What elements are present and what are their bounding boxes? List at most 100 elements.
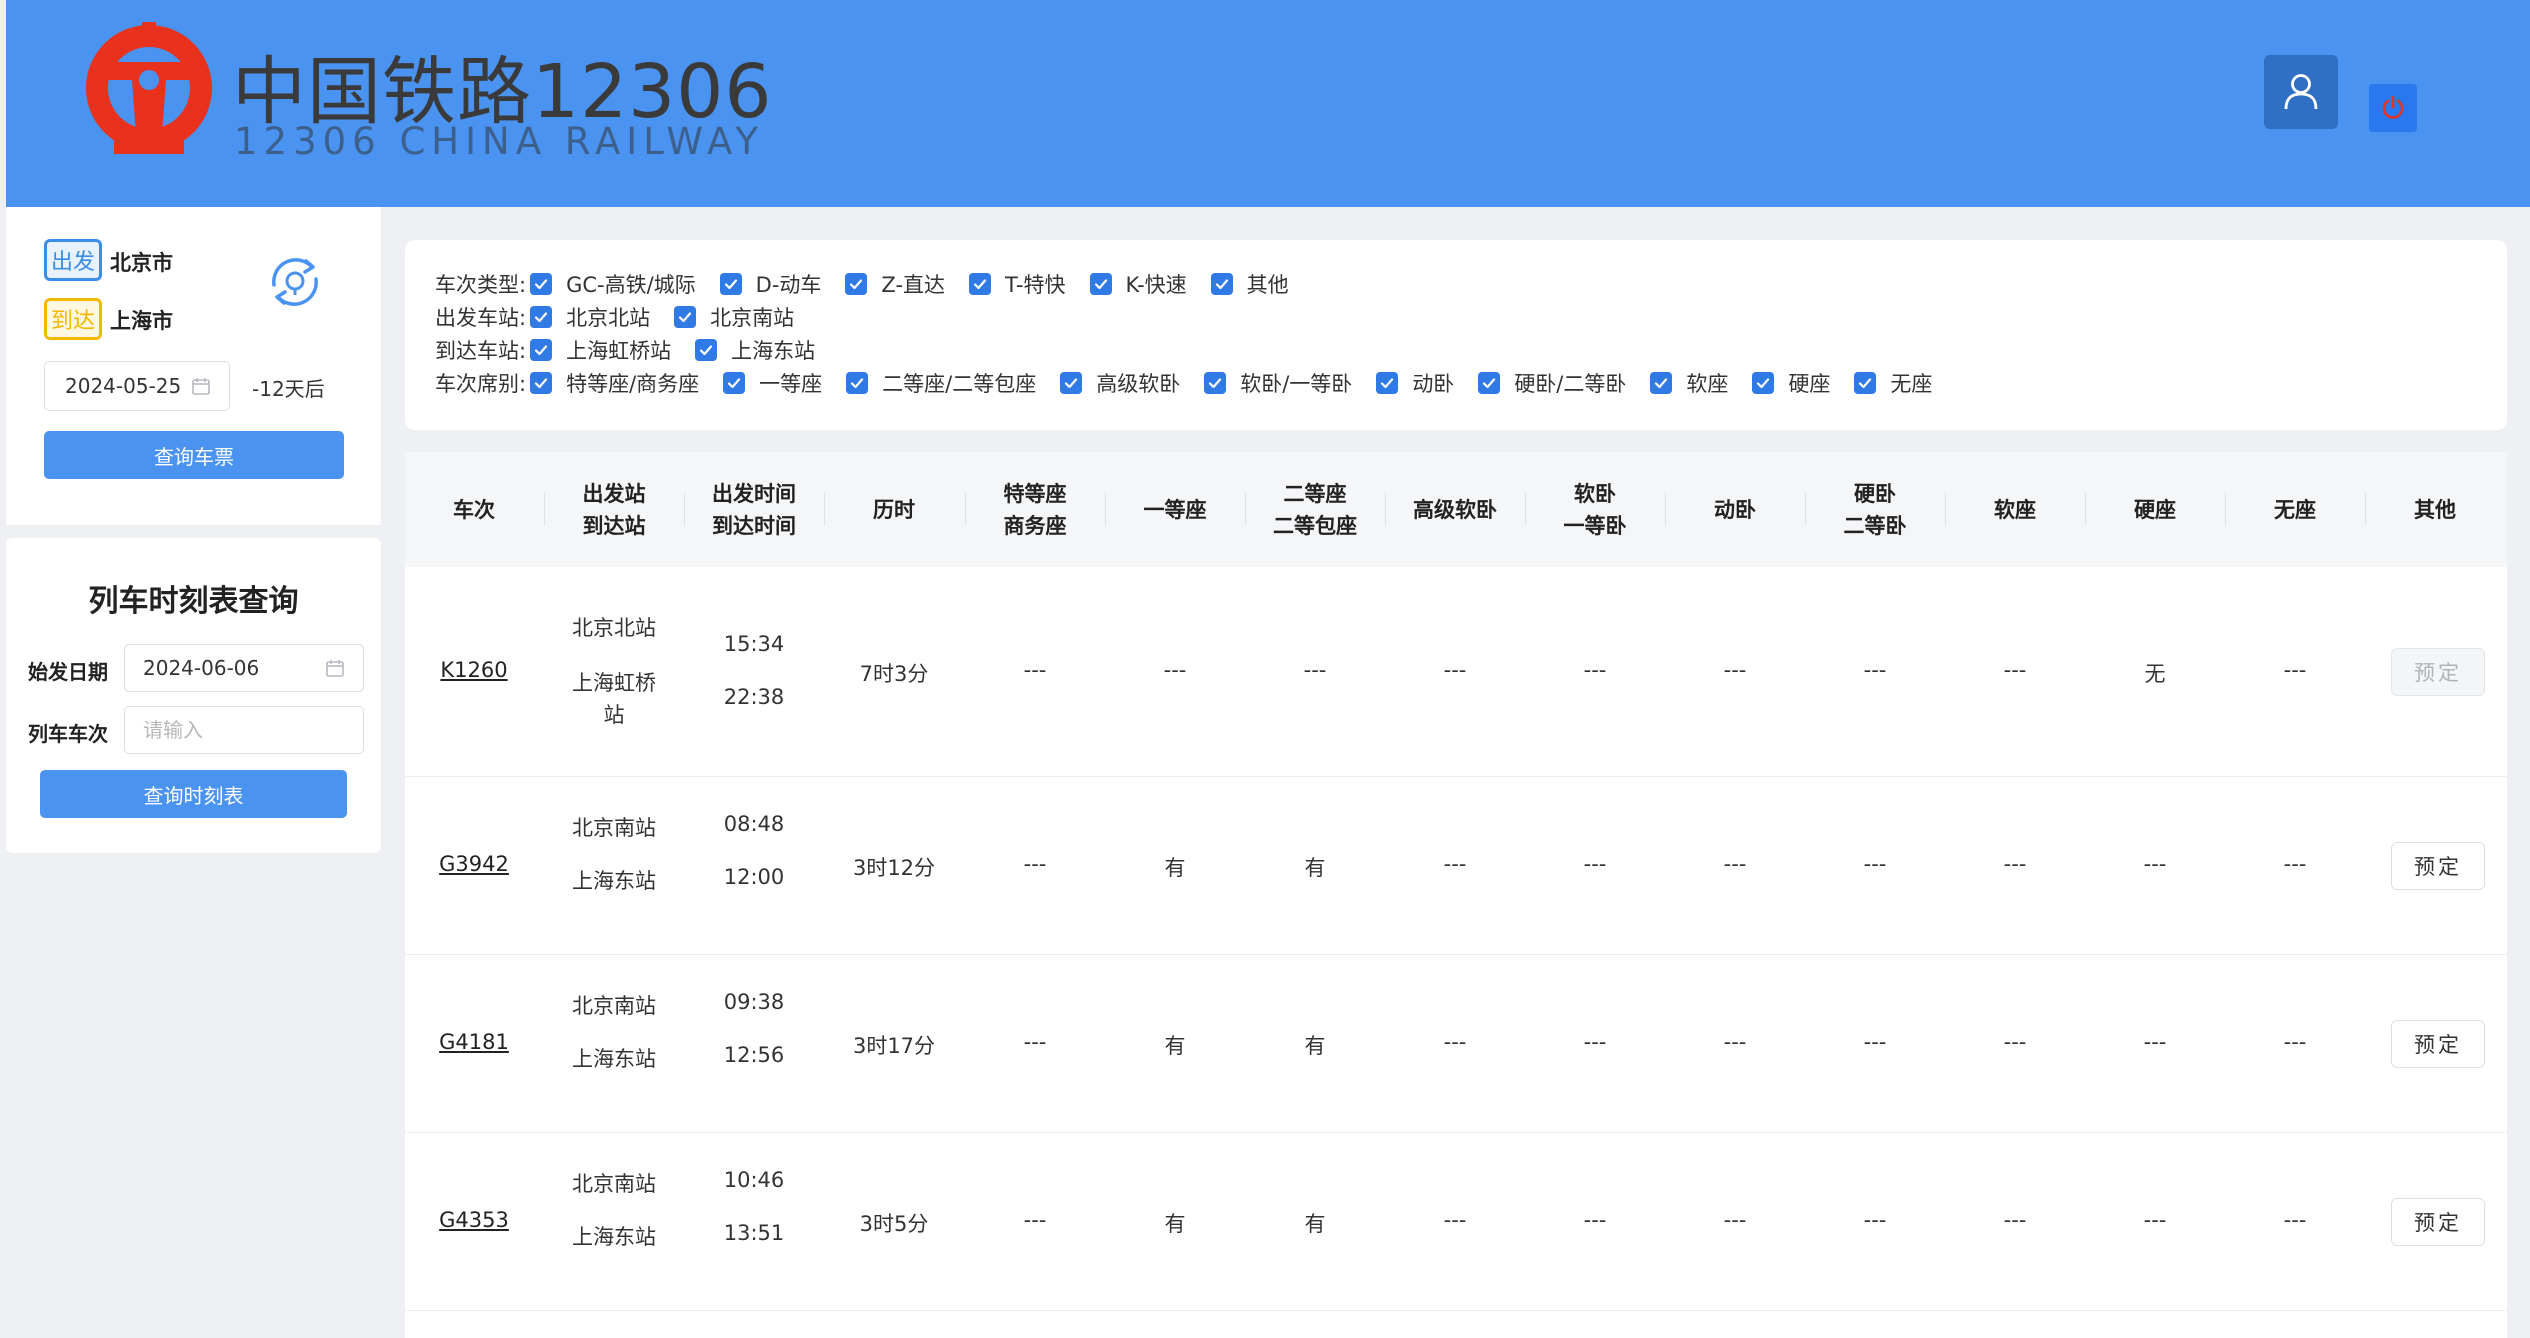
filter-option[interactable]: T-特快 [969, 269, 1066, 299]
filter-option[interactable]: 无座 [1854, 368, 1932, 398]
filter-option[interactable]: 高级软卧 [1060, 368, 1180, 398]
checkbox-checked-icon[interactable] [1089, 273, 1112, 295]
checkbox-checked-icon[interactable] [674, 306, 697, 328]
column-header-label: 一等卧 [1563, 513, 1627, 538]
checkbox-checked-icon[interactable] [530, 372, 553, 394]
filter-option[interactable]: 硬卧/二等卧 [1478, 368, 1626, 398]
ticket-search-panel: 出发 北京市 到达 上海市 2024-05-25 -12天后 查询车票 [6, 207, 381, 525]
train-number-link[interactable]: K1260 [405, 658, 544, 682]
user-button[interactable] [2264, 55, 2338, 129]
checkbox-checked-icon[interactable] [1204, 372, 1227, 394]
train-number-text[interactable]: G4353 [439, 1208, 509, 1232]
filter-option-label: 硬座 [1788, 372, 1831, 396]
checkbox-checked-icon[interactable] [1060, 372, 1083, 394]
seat-availability: --- [2283, 1030, 2307, 1054]
filter-option[interactable]: K-快速 [1089, 269, 1187, 299]
to-station: 上海东站 [572, 1225, 656, 1249]
filter-option[interactable]: 特等座/商务座 [530, 368, 699, 398]
column-divider [2225, 492, 2226, 526]
column-divider [1945, 492, 1946, 526]
from-station-filter: 出发车站: 北京北站 北京南站 [435, 302, 818, 332]
seat-availability: --- [1023, 658, 1047, 682]
checkbox-checked-icon[interactable] [969, 273, 992, 295]
filter-option[interactable]: Z-直达 [845, 269, 945, 299]
checkbox-checked-icon[interactable] [1210, 273, 1233, 295]
train-type-filter: 车次类型: GC-高铁/城际 D-动车 Z-直达 T-特快 K-快速 其他 [435, 269, 1313, 299]
train-number-text[interactable]: G3942 [439, 852, 509, 876]
train-number-link[interactable]: G4181 [405, 1030, 544, 1054]
seat-availability: --- [1583, 852, 1607, 876]
column-header: 其他 [2365, 452, 2505, 567]
train-results-table: 车次 出发站 到达站 出发时间 到达时间 历时 特等座 商务座 一等座 二等座 二等包座 高级软卧 软卧… [405, 452, 2507, 1338]
filter-option[interactable]: GC-高铁/城际 [530, 269, 696, 299]
train-number-text[interactable]: G4181 [439, 1030, 509, 1054]
filter-option[interactable]: 一等座 [723, 368, 822, 398]
filter-option[interactable]: 软卧/一等卧 [1204, 368, 1352, 398]
checkbox-checked-icon[interactable] [723, 372, 746, 394]
start-date-label: 始发日期 [28, 660, 108, 684]
filter-option[interactable]: 其他 [1210, 269, 1289, 299]
start-date-input[interactable]: 2024-06-06 [124, 644, 364, 692]
checkbox-checked-icon[interactable] [695, 339, 718, 361]
filter-option[interactable]: 二等座/二等包座 [846, 368, 1036, 398]
checkbox-checked-icon[interactable] [845, 273, 868, 295]
column-header-label: 车次 [453, 497, 495, 522]
duration: 3时5分 [859, 1212, 929, 1236]
book-button[interactable]: 预定 [2391, 1198, 2485, 1246]
checkbox-checked-icon[interactable] [1376, 372, 1399, 394]
column-header: 硬座 [2085, 452, 2225, 567]
checkbox-checked-icon[interactable] [1752, 372, 1775, 394]
filter-option[interactable]: 动卧 [1376, 368, 1454, 398]
filter-label: 车次席别: [435, 372, 527, 396]
checkbox-checked-icon[interactable] [846, 372, 869, 394]
train-number-link[interactable]: G4353 [405, 1208, 544, 1232]
seat-availability: --- [1443, 658, 1467, 682]
checkbox-checked-icon[interactable] [530, 273, 553, 295]
column-divider [1665, 492, 1666, 526]
table-row: G4181 北京南站 上海东站 09:38 12:56 3时17分 --- 有 有 --- --- -… [405, 955, 2507, 1133]
query-timetable-button[interactable]: 查询时刻表 [40, 770, 347, 818]
filter-option-label: 上海虹桥站 [566, 339, 672, 363]
duration: 3时12分 [852, 856, 936, 880]
depart-time: 15:34 [723, 632, 785, 656]
train-number-input[interactable]: 请输入 [124, 706, 364, 754]
filter-option[interactable]: 硬座 [1752, 368, 1830, 398]
filter-option[interactable]: 软座 [1650, 368, 1728, 398]
filter-option[interactable]: D-动车 [719, 269, 822, 299]
checkbox-checked-icon[interactable] [530, 306, 553, 328]
column-header-label: 一等座 [1143, 497, 1207, 522]
checkbox-checked-icon[interactable] [719, 273, 742, 295]
column-divider [544, 492, 545, 526]
checkbox-checked-icon[interactable] [1854, 372, 1877, 394]
column-header: 高级软卧 [1385, 452, 1525, 567]
to-city[interactable]: 上海市 [110, 305, 173, 335]
train-number-link[interactable]: G3942 [405, 852, 544, 876]
departure-date-input[interactable]: 2024-05-25 [44, 361, 230, 411]
filter-option[interactable]: 上海虹桥站 [530, 335, 671, 365]
book-button[interactable]: 预定 [2391, 842, 2485, 890]
filter-option[interactable]: 北京北站 [530, 302, 650, 332]
filter-option[interactable]: 北京南站 [674, 302, 794, 332]
train-number-text[interactable]: K1260 [440, 658, 507, 682]
timetable-panel: 列车时刻表查询 始发日期 2024-06-06 列车车次 请输入 查询时刻表 [6, 538, 381, 853]
filter-option-label: 硬卧/二等卧 [1514, 372, 1627, 396]
search-tickets-button[interactable]: 查询车票 [44, 431, 344, 479]
seat-availability: --- [1023, 1030, 1047, 1054]
checkbox-checked-icon[interactable] [530, 339, 553, 361]
column-header-label: 商务座 [1003, 513, 1067, 538]
column-header-label: 二等包座 [1273, 513, 1357, 538]
logout-button[interactable] [2369, 84, 2417, 132]
days-later-text: -12天后 [252, 377, 325, 401]
swap-stations-icon[interactable] [260, 247, 330, 317]
filter-option[interactable]: 上海东站 [695, 335, 815, 365]
column-header-label: 动卧 [1714, 497, 1756, 522]
seat-availability: --- [1583, 1030, 1607, 1054]
filter-option-label: K-快速 [1125, 273, 1187, 297]
checkbox-checked-icon[interactable] [1478, 372, 1501, 394]
filter-option-label: D-动车 [755, 273, 822, 297]
from-city[interactable]: 北京市 [110, 247, 173, 277]
column-header: 车次 [405, 452, 544, 567]
filter-label: 车次类型: [435, 273, 527, 297]
book-button[interactable]: 预定 [2391, 1020, 2485, 1068]
checkbox-checked-icon[interactable] [1650, 372, 1673, 394]
